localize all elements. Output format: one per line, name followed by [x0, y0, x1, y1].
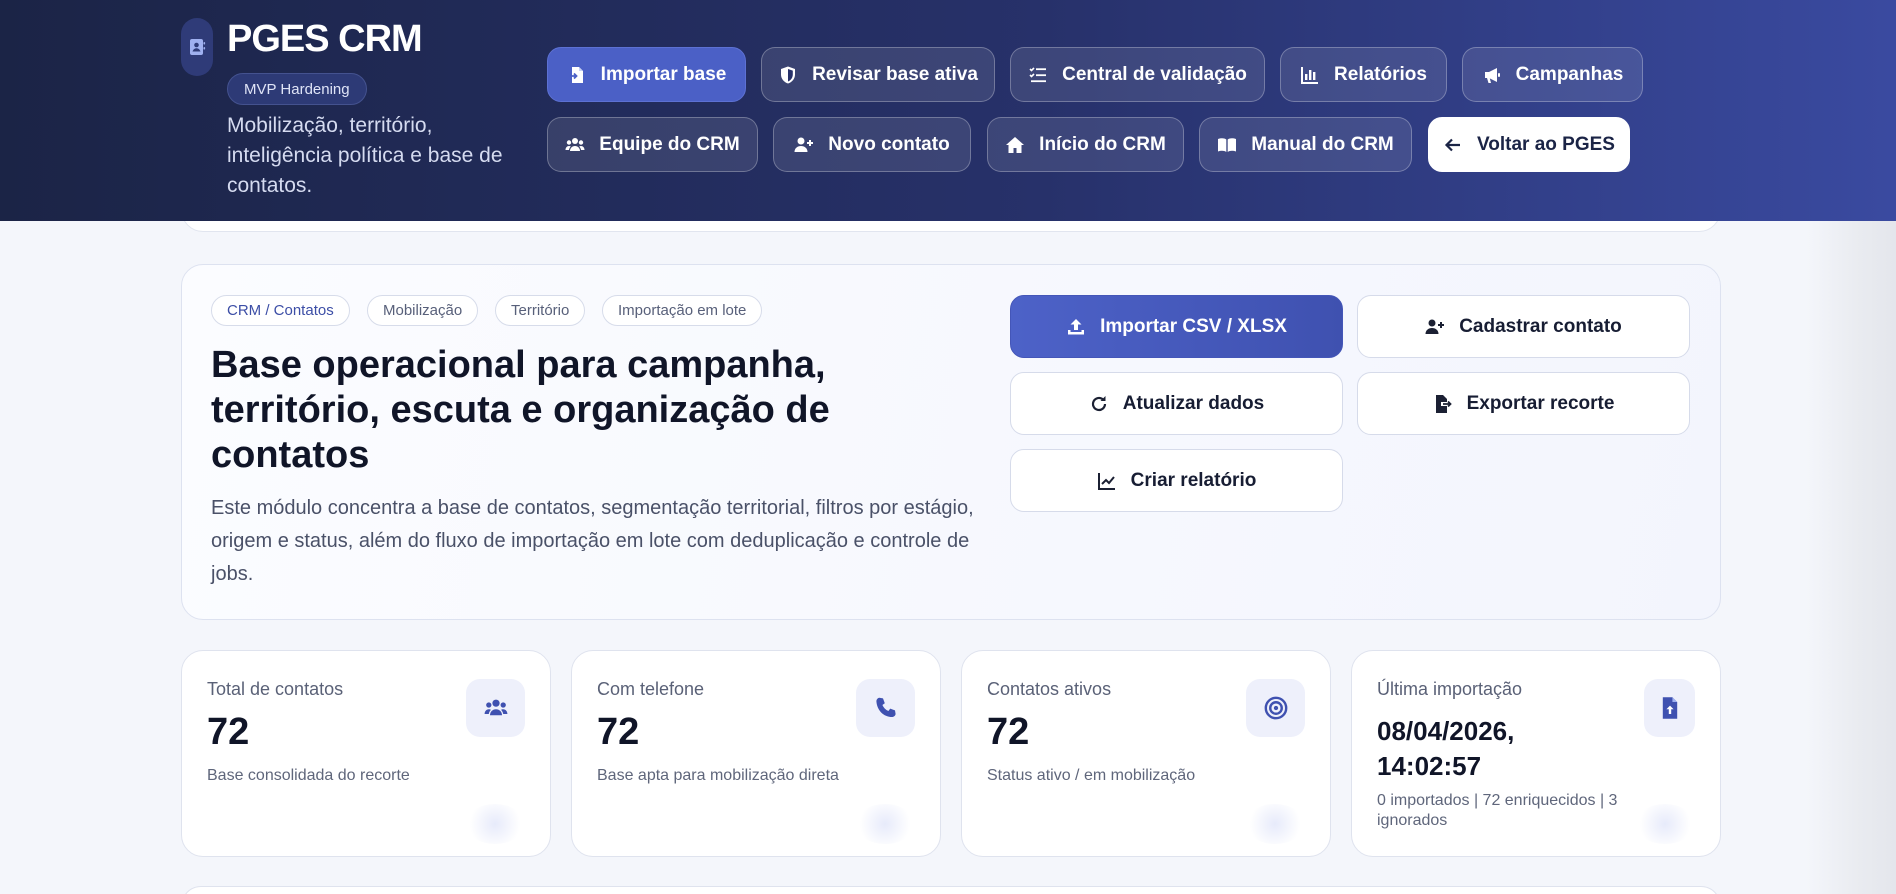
file-upload-icon — [1644, 679, 1695, 737]
nav-revisar-base-button[interactable]: Revisar base ativa — [761, 47, 995, 102]
importar-csv-button[interactable]: Importar CSV / XLSX — [1010, 295, 1343, 358]
stat-card-com-telefone: Com telefone 72 Base apta para mobilizaç… — [571, 650, 941, 857]
user-plus-icon — [1425, 319, 1445, 334]
action-label: Cadastrar contato — [1459, 315, 1622, 337]
action-label: Importar CSV / XLSX — [1100, 315, 1287, 337]
chip-importacao-lote[interactable]: Importação em lote — [602, 295, 763, 326]
nav-label: Central de validação — [1062, 63, 1247, 85]
stat-card-total-contatos: Total de contatos 72 Base consolidada do… — [181, 650, 551, 857]
stat-card-ultima-importacao: Última importação 08/04/2026, 14:02:57 0… — [1351, 650, 1721, 857]
cadastrar-contato-button[interactable]: Cadastrar contato — [1357, 295, 1690, 358]
arrow-left-icon — [1444, 138, 1461, 151]
nav-campanhas-button[interactable]: Campanhas — [1462, 47, 1643, 102]
stat-label: Contatos ativos — [987, 679, 1112, 699]
version-badge: MVP Hardening — [227, 73, 367, 105]
shield-icon — [781, 66, 796, 83]
nav-label: Voltar ao PGES — [1477, 133, 1615, 155]
refresh-icon — [1091, 395, 1106, 411]
nav-importar-base-button[interactable]: Importar base — [547, 47, 746, 102]
stat-value: 08/04/2026, 14:02:57 — [1377, 716, 1515, 781]
stat-subtitle: Base apta para mobilização direta — [597, 767, 839, 784]
contacts-book-icon — [181, 18, 213, 76]
file-import-icon — [568, 66, 583, 83]
user-plus-icon — [794, 137, 814, 152]
action-label: Atualizar dados — [1122, 392, 1265, 414]
hero-title: Base operacional para campanha, territór… — [211, 344, 830, 476]
decorative-glow — [855, 804, 915, 844]
stat-label: Última importação — [1377, 679, 1523, 699]
nav-label: Campanhas — [1515, 63, 1624, 85]
stat-label: Com telefone — [597, 679, 705, 699]
nav-label: Revisar base ativa — [812, 63, 978, 85]
nav-label: Relatórios — [1334, 63, 1427, 85]
nav-manual-button[interactable]: Manual do CRM — [1199, 117, 1412, 172]
chip-mobilizacao[interactable]: Mobilização — [367, 295, 479, 326]
stat-value: 72 — [207, 711, 250, 753]
stat-subtitle: Base consolidada do recorte — [207, 767, 410, 784]
top-header: PGES CRM MVP Hardening Mobilização, terr… — [0, 0, 1896, 221]
users-icon — [466, 679, 525, 737]
target-icon — [1246, 679, 1305, 737]
stat-card-contatos-ativos: Contatos ativos 72 Status ativo / em mob… — [961, 650, 1331, 857]
next-section-card — [181, 886, 1721, 894]
hero-description: Este módulo concentra a base de contatos… — [211, 497, 974, 585]
upload-icon — [1068, 318, 1085, 334]
chip-territorio[interactable]: Território — [495, 295, 586, 326]
exportar-recorte-button[interactable]: Exportar recorte — [1357, 372, 1690, 435]
phone-icon — [856, 679, 915, 737]
decorative-glow — [1245, 804, 1305, 844]
nav-relatorios-button[interactable]: Relatórios — [1280, 47, 1447, 102]
nav-novo-contato-button[interactable]: Novo contato — [773, 117, 971, 172]
nav-label: Equipe do CRM — [599, 133, 740, 155]
megaphone-icon — [1484, 67, 1500, 83]
brand-description: Mobilização, território, inteligência po… — [227, 114, 503, 197]
nav-label: Manual do CRM — [1251, 133, 1394, 155]
file-export-icon — [1435, 394, 1452, 413]
stat-subtitle: 0 importados | 72 enriquecidos | 3 ignor… — [1377, 792, 1618, 829]
hero-card: CRM / Contatos Mobilização Território Im… — [181, 264, 1721, 620]
book-icon — [1218, 137, 1237, 152]
nav-equipe-button[interactable]: Equipe do CRM — [547, 117, 758, 172]
brand-title: PGES CRM — [227, 18, 423, 60]
stat-label: Total de contatos — [207, 679, 344, 699]
chip-crm-contatos[interactable]: CRM / Contatos — [211, 295, 350, 326]
decorative-glow — [1635, 804, 1695, 844]
stat-subtitle: Status ativo / em mobilização — [987, 767, 1196, 784]
action-label: Exportar recorte — [1466, 392, 1615, 414]
criar-relatorio-button[interactable]: Criar relatório — [1010, 449, 1343, 512]
stat-value: 72 — [987, 711, 1030, 753]
atualizar-dados-button[interactable]: Atualizar dados — [1010, 372, 1343, 435]
voltar-pges-button[interactable]: Voltar ao PGES — [1428, 117, 1630, 172]
decorative-glow — [465, 804, 525, 844]
checklist-icon — [1029, 66, 1047, 82]
nav-label: Importar base — [600, 63, 727, 85]
nav-label: Novo contato — [828, 133, 950, 155]
line-chart-icon — [1097, 472, 1115, 490]
stat-value: 72 — [597, 711, 640, 753]
users-icon — [565, 137, 585, 151]
bar-chart-icon — [1301, 66, 1319, 84]
nav-label: Início do CRM — [1039, 133, 1166, 155]
nav-central-validacao-button[interactable]: Central de validação — [1010, 47, 1265, 102]
action-label: Criar relatório — [1130, 469, 1257, 491]
home-icon — [1006, 136, 1025, 153]
nav-inicio-button[interactable]: Início do CRM — [987, 117, 1184, 172]
